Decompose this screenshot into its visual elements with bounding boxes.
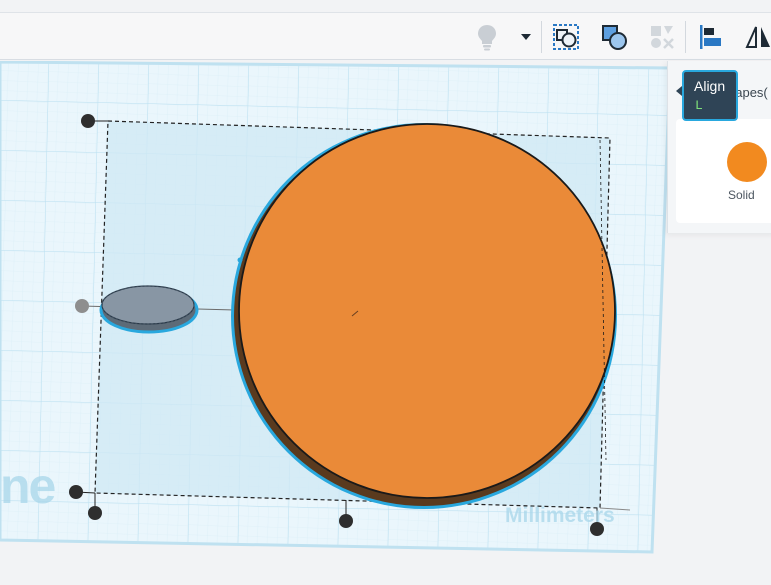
lightbulb-icon[interactable] [469,19,505,55]
units-watermark: Millimeters [505,504,615,527]
solid-label: Solid [728,188,755,202]
align-tooltip: Align L [682,70,738,121]
align-icon[interactable] [692,19,728,55]
height-handle[interactable] [88,506,102,520]
flip-icon[interactable] [740,19,771,55]
orange-cylinder-top[interactable] [238,123,616,499]
top-toolbar [0,12,771,60]
workplane-viewport[interactable]: ne Millimeters [0,61,771,585]
dropdown-caret-icon[interactable] [508,19,544,55]
corner-handle[interactable] [81,114,95,128]
workplane-scene [0,61,672,554]
shape-properties-card: Solid [676,119,771,223]
handle-dot[interactable] [237,257,243,263]
edge-handle[interactable] [339,514,353,528]
toolbar-divider [541,21,542,53]
tooltip-title: Align [694,78,726,94]
rotate-handle[interactable] [75,299,89,313]
ungroup-icon[interactable] [596,19,632,55]
mirror-disabled-icon[interactable] [644,19,680,55]
toolbar-divider [685,21,686,53]
solid-color-button[interactable] [727,142,767,182]
tooltip-shortcut: L [695,98,703,113]
tinkercad-editor: ne Millimeters hapes( Solid Align L [0,0,771,585]
corner-handle[interactable] [69,485,83,499]
workplane-watermark: ne [0,458,56,514]
group-icon[interactable] [548,19,584,55]
